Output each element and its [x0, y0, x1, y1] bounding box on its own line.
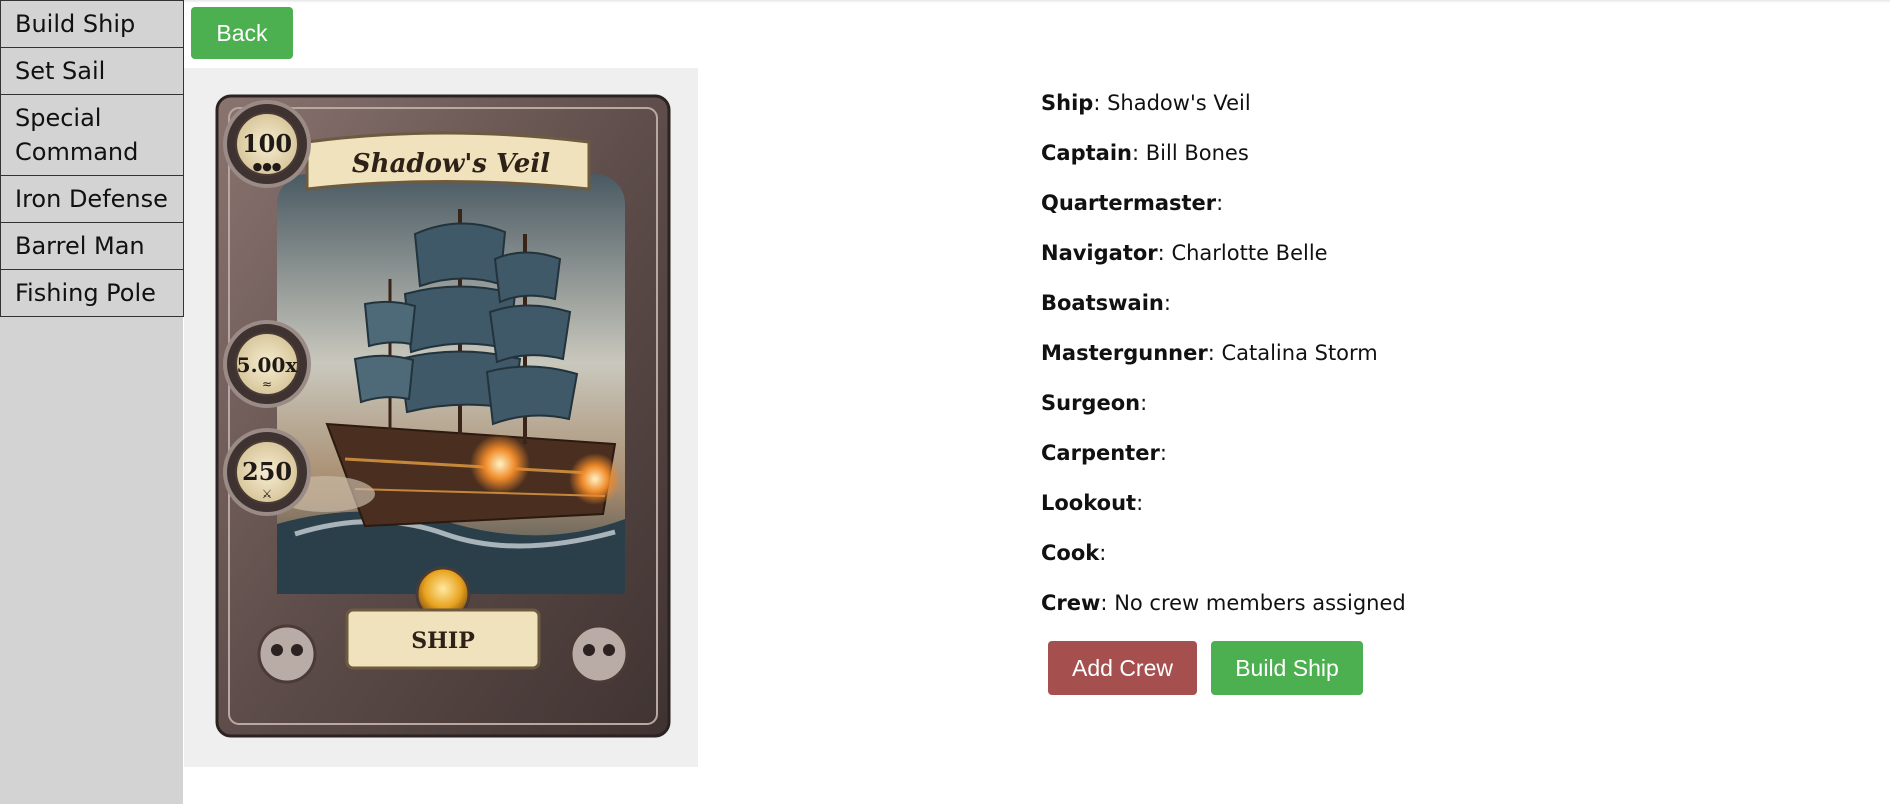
stat-medallion-middle: 5.00x ≈: [223, 320, 311, 408]
stat-medallion-bottom: 250 ⚔: [223, 428, 311, 516]
stat-medallion-top: 100 ●●●: [223, 100, 311, 188]
sidebar-item-set-sail[interactable]: Set Sail: [0, 47, 184, 95]
skull-icon-left: [257, 624, 317, 684]
add-crew-button[interactable]: Add Crew: [1048, 641, 1197, 695]
wind-icon: ≈: [262, 377, 272, 391]
card-panel: Shadow's Veil 100 ●●● 5.00x ≈ 250 ⚔ SHIP: [184, 68, 698, 767]
ship-card[interactable]: Shadow's Veil 100 ●●● 5.00x ≈ 250 ⚔ SHIP: [215, 94, 671, 738]
ship-details: Ship: Shadow's Veil Captain: Bill Bones …: [1041, 82, 1406, 632]
detail-surgeon: Surgeon:: [1041, 391, 1148, 415]
detail-lookout: Lookout:: [1041, 491, 1144, 515]
stat-bottom: 250: [242, 457, 292, 486]
detail-navigator: Navigator: Charlotte Belle: [1041, 241, 1328, 265]
ship-artwork: [275, 174, 625, 594]
detail-cook: Cook:: [1041, 541, 1107, 565]
sidebar-item-special-command[interactable]: Special Command: [0, 94, 184, 176]
sidebar-item-build-ship[interactable]: Build Ship: [0, 0, 184, 48]
build-ship-button[interactable]: Build Ship: [1211, 641, 1363, 695]
detail-mastergunner: Mastergunner: Catalina Storm: [1041, 341, 1378, 365]
card-title: Shadow's Veil: [352, 149, 550, 179]
sidebar-item-iron-defense[interactable]: Iron Defense: [0, 175, 184, 223]
crossed-swords-icon: ⚔: [262, 487, 273, 501]
detail-quartermaster: Quartermaster:: [1041, 191, 1224, 215]
detail-ship: Ship: Shadow's Veil: [1041, 91, 1251, 115]
skull-icon-right: [569, 624, 629, 684]
title-banner: Shadow's Veil: [305, 131, 591, 191]
sidebar-item-barrel-man[interactable]: Barrel Man: [0, 222, 184, 270]
detail-boatswain: Boatswain:: [1041, 291, 1171, 315]
card-type: SHIP: [411, 628, 475, 654]
type-banner: SHIP: [345, 608, 541, 670]
sidebar-item-fishing-pole[interactable]: Fishing Pole: [0, 269, 184, 317]
sidebar: Build Ship Set Sail Special Command Iron…: [0, 0, 184, 804]
detail-crew: Crew: No crew members assigned: [1041, 591, 1406, 615]
detail-carpenter: Carpenter:: [1041, 441, 1167, 465]
coins-icon: ●●●: [253, 160, 282, 173]
stat-middle: 5.00x: [237, 353, 299, 377]
stat-top: 100: [242, 129, 292, 158]
detail-captain: Captain: Bill Bones: [1041, 141, 1249, 165]
top-shadow: [0, 0, 1890, 3]
back-button[interactable]: Back: [191, 7, 293, 59]
